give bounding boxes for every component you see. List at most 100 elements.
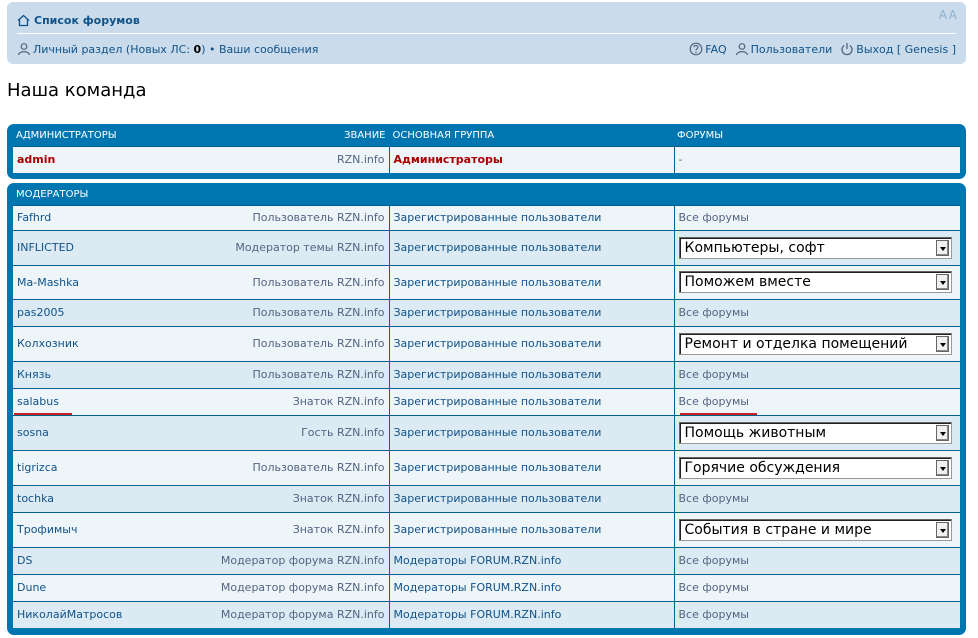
chevron-down-icon[interactable] [935, 239, 949, 256]
admins-header-name: Администраторы [16, 130, 117, 142]
highlight-underline-forums [680, 413, 757, 415]
group-link[interactable]: Зарегистрированные пользователи [394, 523, 602, 536]
members-link[interactable]: Пользователи [751, 43, 833, 56]
table-row: admin RZN.info Администраторы - [13, 145, 960, 173]
username-link[interactable]: tigrizca [17, 461, 58, 474]
username-link[interactable]: salabus [17, 395, 59, 408]
rank-cell: Модератор темы RZN.info [208, 229, 389, 265]
forum-select[interactable]: События в стране и мире [678, 518, 952, 541]
power-icon [841, 43, 853, 56]
rank-cell: Знаток RZN.info [208, 484, 389, 512]
username-link[interactable]: Fafhrd [17, 211, 51, 224]
group-link[interactable]: Зарегистрированные пользователи [394, 337, 602, 350]
forum-select-value: Поможем вместе [684, 274, 811, 290]
forum-select[interactable]: Компьютеры, софт [678, 236, 952, 259]
forum-select[interactable]: Горячие обсуждения [678, 456, 952, 479]
table-row: sosna Гость RZN.info Зарегистрированные по… [13, 414, 960, 450]
rank-cell: Знаток RZN.info [208, 511, 389, 547]
new-pm-count[interactable]: 0 [194, 43, 202, 56]
chevron-down-icon[interactable] [935, 459, 949, 476]
username-link[interactable]: Колхозник [17, 337, 79, 350]
rank-cell: Модератор форума RZN.info [208, 573, 389, 601]
username-link[interactable]: sosna [17, 426, 49, 439]
table-row: DS Модератор форума RZN.info Модераторы FO… [13, 546, 960, 574]
rank-cell: RZN.info [208, 145, 389, 173]
table-row: Князь Пользователь RZN.info Зарегистрирова… [13, 360, 960, 388]
moderators-header: Модераторы [16, 189, 89, 201]
forum-select-value: Компьютеры, софт [684, 239, 825, 256]
group-link[interactable]: Зарегистрированные пользователи [394, 368, 602, 381]
table-row: salabus Знаток RZN.info Зарегистрированные… [13, 387, 960, 415]
chevron-down-icon[interactable] [935, 274, 949, 290]
chevron-down-icon[interactable] [935, 521, 949, 538]
admins-panel: Администраторы Звание Основная группа Фо… [7, 124, 966, 179]
table-row: НиколайМатросов Модератор форума RZN.info… [13, 600, 960, 628]
username-link[interactable]: Князь [17, 368, 51, 381]
username-link[interactable]: Dune [17, 581, 46, 594]
username-link[interactable]: admin [17, 153, 55, 166]
table-row: Ma-Mashka Пользователь RZN.info Зарегистри… [13, 264, 960, 299]
table-row: Колхозник Пользователь RZN.info Зарегистри… [13, 325, 960, 361]
group-link[interactable]: Зарегистрированные пользователи [394, 395, 602, 408]
faq-icon [689, 42, 703, 56]
forum-select-value: Горячие обсуждения [684, 459, 841, 476]
username-link[interactable]: Трофимыч [17, 523, 77, 536]
group-link[interactable]: Модераторы FORUM.RZN.info [394, 581, 562, 594]
username-link[interactable]: НиколайМатросов [17, 608, 122, 621]
group-link[interactable]: Зарегистрированные пользователи [394, 461, 602, 474]
rank-cell: Модератор форума RZN.info [208, 600, 389, 628]
rank-cell: Модератор форума RZN.info [208, 546, 389, 574]
rank-cell: Пользователь RZN.info [208, 360, 389, 388]
username-link[interactable]: tochka [17, 492, 54, 505]
group-link[interactable]: Зарегистрированные пользователи [394, 426, 602, 439]
navbar: Список форумов A A Личный раздел (Новых … [7, 2, 966, 64]
user-panel-link[interactable]: Личный раздел [33, 43, 122, 56]
group-link[interactable]: Зарегистрированные пользователи [394, 276, 602, 289]
forum-select-value: Помощь животным [684, 424, 827, 441]
rank-cell: Знаток RZN.info [208, 387, 389, 415]
table-row: Трофимыч Знаток RZN.info Зарегистрированны… [13, 511, 960, 547]
moderators-table: Модераторы Fafhrd Пользователь RZN.info За… [13, 183, 960, 628]
forums-text: Все форумы [678, 608, 749, 622]
table-row: tochka Знаток RZN.info Зарегистрированные … [13, 484, 960, 512]
nav-breadcrumb: Список форумов [17, 11, 140, 29]
username-link[interactable]: pas2005 [17, 306, 64, 319]
username-link[interactable]: DS [17, 554, 32, 567]
chevron-down-icon[interactable] [935, 335, 949, 352]
forum-select[interactable]: Поможем вместе [678, 271, 952, 293]
nav-bullet: • [205, 42, 219, 56]
rank-cell: Пользователь RZN.info [208, 298, 389, 326]
forum-index-link[interactable]: Список форумов [34, 14, 140, 27]
rank-cell: Гость RZN.info [208, 414, 389, 450]
admins-header-forums: Форумы [677, 130, 724, 142]
logout-link[interactable]: Выход [ Genesis ] [856, 43, 956, 56]
forum-select-value: События в стране и мире [684, 521, 872, 538]
group-link[interactable]: Зарегистрированные пользователи [394, 492, 602, 505]
forums-text: Все форумы [678, 368, 749, 381]
username-link[interactable]: Ma-Mashka [17, 276, 79, 289]
highlight-underline-user [14, 413, 72, 415]
navbar-divider [17, 33, 956, 34]
font-size-toggle[interactable]: A A [939, 8, 957, 22]
page-title: Наша команда [7, 80, 147, 101]
faq-link[interactable]: FAQ [705, 43, 726, 56]
forum-select[interactable]: Ремонт и отделка помещений [678, 332, 952, 355]
moderators-panel: Модераторы Fafhrd Пользователь RZN.info За… [7, 183, 966, 635]
rank-cell: Пользователь RZN.info [208, 204, 389, 230]
admins-header-group: Основная группа [388, 124, 674, 146]
table-row: Fafhrd Пользователь RZN.info Зарегистриров… [13, 204, 960, 230]
group-link[interactable]: Зарегистрированные пользователи [394, 211, 602, 224]
group-link[interactable]: Модераторы FORUM.RZN.info [394, 554, 562, 567]
user-icon [17, 43, 31, 56]
forums-text: Все форумы [678, 492, 749, 505]
group-link[interactable]: Модераторы FORUM.RZN.info [394, 608, 562, 621]
group-link[interactable]: Зарегистрированные пользователи [394, 241, 602, 254]
chevron-down-icon[interactable] [935, 424, 949, 441]
forums-cell: - [673, 145, 960, 173]
username-link[interactable]: INFLICTED [17, 241, 74, 254]
group-link[interactable]: Администраторы [394, 153, 503, 166]
forums-text: Все форумы [678, 554, 749, 567]
forum-select[interactable]: Помощь животным [678, 421, 952, 444]
your-posts-link[interactable]: Ваши сообщения [219, 43, 318, 56]
group-link[interactable]: Зарегистрированные пользователи [394, 306, 602, 319]
